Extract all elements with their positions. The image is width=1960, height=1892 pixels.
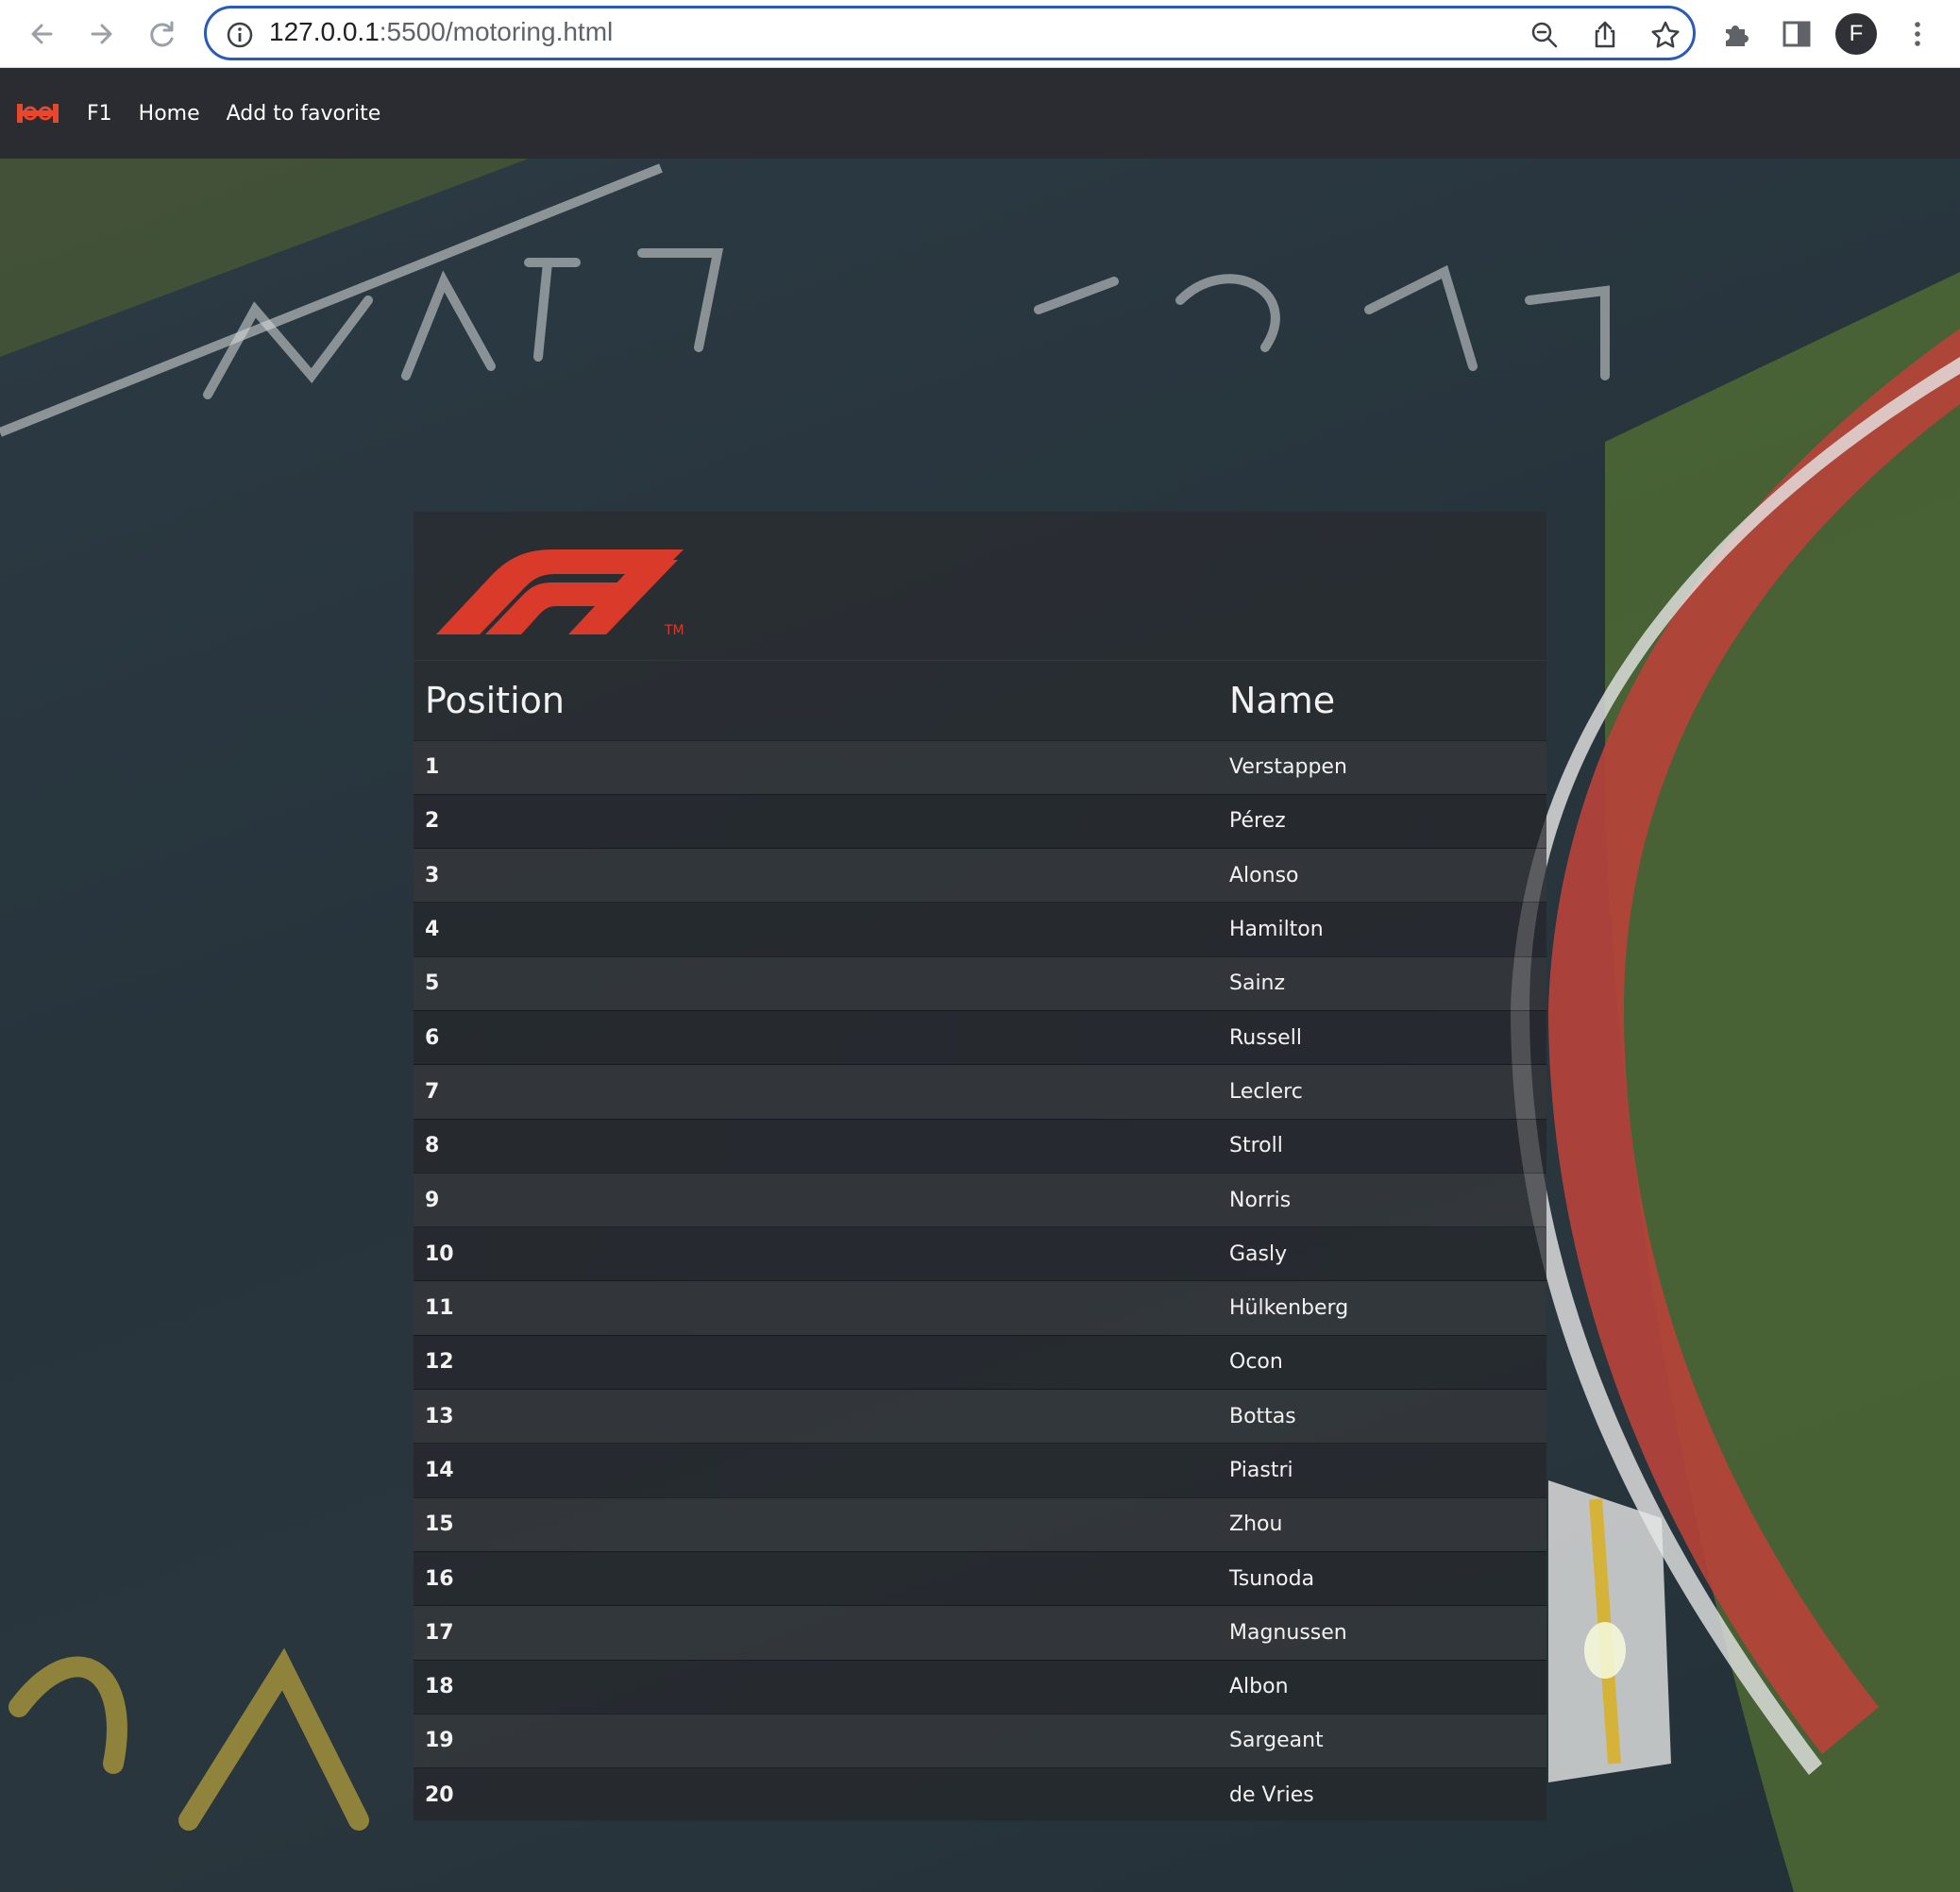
more-menu-icon[interactable]	[1900, 16, 1935, 52]
position-cell: 6	[414, 1009, 1229, 1065]
table-row: 16 Tsunoda	[414, 1550, 1546, 1606]
table-row: 14 Piastri	[414, 1443, 1546, 1498]
url-host: 127.0.0.1	[269, 17, 380, 46]
driver-name-cell: Stroll	[1229, 1118, 1546, 1174]
nav-link-home[interactable]: Home	[139, 102, 200, 126]
driver-name-cell: Russell	[1229, 1009, 1546, 1065]
back-arrow-icon[interactable]	[21, 13, 62, 55]
position-cell: 2	[414, 793, 1229, 849]
driver-name-cell: Sainz	[1229, 955, 1546, 1011]
driver-name-cell: Alonso	[1229, 848, 1546, 903]
table-row: 13 Bottas	[414, 1389, 1546, 1444]
position-cell: 4	[414, 902, 1229, 957]
bookmark-star-icon[interactable]	[1649, 19, 1681, 51]
driver-name-cell: Sargeant	[1229, 1713, 1546, 1768]
driver-name-cell: Magnussen	[1229, 1605, 1546, 1661]
driver-name-cell: Albon	[1229, 1659, 1546, 1715]
table-row: 3 Alonso	[414, 848, 1546, 903]
driver-name-cell: Norris	[1229, 1172, 1546, 1227]
driver-name-cell: Hamilton	[1229, 902, 1546, 957]
table-row: 19 Sargeant	[414, 1713, 1546, 1768]
zoom-icon[interactable]	[1529, 19, 1561, 51]
side-panel-icon[interactable]	[1779, 16, 1815, 52]
position-cell: 18	[414, 1659, 1229, 1715]
position-cell: 14	[414, 1443, 1229, 1498]
table-row: 11 Hülkenberg	[414, 1280, 1546, 1336]
position-cell: 7	[414, 1064, 1229, 1120]
nav-links: F1 Home Add to favorite	[87, 102, 380, 126]
driver-name-cell: Zhou	[1229, 1496, 1546, 1552]
table-row: 8 Stroll	[414, 1118, 1546, 1174]
position-cell: 1	[414, 739, 1229, 795]
table-row: 17 Magnussen	[414, 1605, 1546, 1661]
share-icon[interactable]	[1589, 19, 1621, 51]
browser-toolbar: 127.0.0.1:5500/motoring.html F	[0, 0, 1960, 68]
position-cell: 19	[414, 1713, 1229, 1768]
address-bar[interactable]: 127.0.0.1:5500/motoring.html	[204, 6, 1696, 60]
driver-name-cell: Bottas	[1229, 1389, 1546, 1444]
url-path: :5500/motoring.html	[379, 17, 614, 46]
position-cell: 11	[414, 1280, 1229, 1336]
position-cell: 10	[414, 1226, 1229, 1281]
race-car-logo-icon[interactable]	[15, 96, 60, 130]
table-row: 2 Pérez	[414, 793, 1546, 849]
position-cell: 20	[414, 1767, 1229, 1822]
driver-name-cell: Pérez	[1229, 793, 1546, 849]
table-row: 18 Albon	[414, 1659, 1546, 1715]
table-row: 20 de Vries	[414, 1767, 1546, 1822]
panel-header: TM	[414, 512, 1546, 661]
position-cell: 13	[414, 1389, 1229, 1444]
standings-panel: TM Position Name 1 Verstappen 2 Pérez 3 Alo…	[414, 512, 1546, 1822]
name-header: Name	[1229, 679, 1336, 721]
table-row: 9 Norris	[414, 1172, 1546, 1227]
position-cell: 16	[414, 1550, 1229, 1606]
info-icon[interactable]	[226, 21, 254, 49]
table-row: 12 Ocon	[414, 1334, 1546, 1390]
table-row: 5 Sainz	[414, 955, 1546, 1011]
reload-icon[interactable]	[142, 13, 183, 55]
driver-name-cell: Hülkenberg	[1229, 1280, 1546, 1336]
driver-name-cell: Gasly	[1229, 1226, 1546, 1281]
position-header: Position	[425, 679, 565, 721]
f1-logo: TM	[436, 549, 684, 638]
table-row: 10 Gasly	[414, 1226, 1546, 1281]
driver-name-cell: Verstappen	[1229, 739, 1546, 795]
position-cell: 8	[414, 1118, 1229, 1174]
table-body: 1 Verstappen 2 Pérez 3 Alonso 4 Hamilton 5 Sa…	[414, 739, 1546, 1822]
url-text: 127.0.0.1:5500/motoring.html	[269, 17, 613, 47]
profile-avatar[interactable]: F	[1835, 13, 1877, 55]
table-row: 4 Hamilton	[414, 902, 1546, 957]
driver-name-cell: Ocon	[1229, 1334, 1546, 1390]
site-navbar: F1 Home Add to favorite	[0, 68, 1960, 159]
position-cell: 17	[414, 1605, 1229, 1661]
forward-arrow-icon[interactable]	[81, 13, 123, 55]
nav-link-f1[interactable]: F1	[87, 102, 112, 126]
position-cell: 12	[414, 1334, 1229, 1390]
table-row: 1 Verstappen	[414, 739, 1546, 795]
driver-name-cell: Tsunoda	[1229, 1550, 1546, 1606]
position-cell: 5	[414, 955, 1229, 1011]
driver-name-cell: Piastri	[1229, 1443, 1546, 1498]
standings-table: Position Name 1 Verstappen 2 Pérez 3 Alonso…	[414, 661, 1546, 1822]
extensions-puzzle-icon[interactable]	[1718, 16, 1754, 52]
table-row: 6 Russell	[414, 1009, 1546, 1065]
position-cell: 3	[414, 848, 1229, 903]
table-row: 7 Leclerc	[414, 1064, 1546, 1120]
table-row: 15 Zhou	[414, 1496, 1546, 1552]
trademark-mark: TM	[664, 623, 684, 638]
driver-name-cell: Leclerc	[1229, 1064, 1546, 1120]
position-cell: 15	[414, 1496, 1229, 1552]
table-header-row: Position Name	[414, 661, 1546, 740]
position-cell: 9	[414, 1172, 1229, 1227]
driver-name-cell: de Vries	[1229, 1767, 1546, 1822]
nav-link-add-to-favorite[interactable]: Add to favorite	[227, 102, 381, 126]
